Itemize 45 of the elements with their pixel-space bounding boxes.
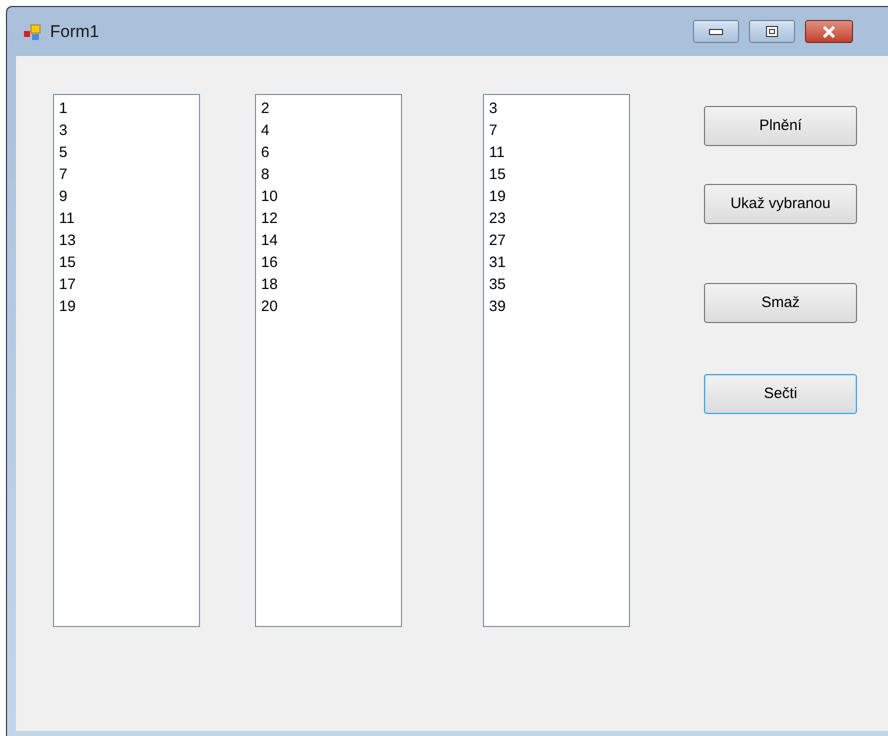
- action-button[interactable]: Ukaž vybranou: [704, 184, 857, 224]
- maximize-icon: [766, 26, 778, 37]
- list-item[interactable]: 20: [261, 296, 401, 318]
- minimize-button[interactable]: [693, 20, 740, 43]
- list-item[interactable]: 4: [261, 120, 401, 142]
- app-icon: [23, 22, 41, 40]
- list-item[interactable]: 10: [261, 186, 401, 208]
- list-item[interactable]: 9: [59, 186, 199, 208]
- list-item[interactable]: 19: [59, 296, 199, 318]
- list-item[interactable]: 17: [59, 274, 199, 296]
- list-item[interactable]: 19: [489, 186, 629, 208]
- list-item[interactable]: 11: [489, 142, 629, 164]
- list-item[interactable]: 6: [261, 142, 401, 164]
- list-item[interactable]: 16: [261, 252, 401, 274]
- list-item[interactable]: 3: [489, 98, 629, 120]
- action-button[interactable]: Plnění: [704, 106, 857, 146]
- list-item[interactable]: 27: [489, 230, 629, 252]
- action-button[interactable]: Smaž: [704, 283, 857, 323]
- list-item[interactable]: 12: [261, 208, 401, 230]
- list-item[interactable]: 13: [59, 230, 199, 252]
- list-item[interactable]: 15: [59, 252, 199, 274]
- list-box[interactable]: 2 4 6 8 10 12 14 16 18 20: [255, 94, 402, 627]
- list-item[interactable]: 18: [261, 274, 401, 296]
- window-title: Form1: [50, 20, 100, 43]
- list-item[interactable]: 3: [59, 120, 199, 142]
- maximize-button[interactable]: [749, 20, 796, 43]
- list-item[interactable]: 14: [261, 230, 401, 252]
- list-box[interactable]: 3 7 11 15 19 23 27 31 35 39: [483, 94, 630, 627]
- list-item[interactable]: 7: [489, 120, 629, 142]
- list-item[interactable]: 31: [489, 252, 629, 274]
- close-button[interactable]: [805, 20, 854, 43]
- list-item[interactable]: 5: [59, 142, 199, 164]
- list-item[interactable]: 35: [489, 274, 629, 296]
- list-item[interactable]: 2: [261, 98, 401, 120]
- list-item[interactable]: 23: [489, 208, 629, 230]
- close-icon: [822, 26, 836, 38]
- list-item[interactable]: 39: [489, 296, 629, 318]
- list-item[interactable]: 1: [59, 98, 199, 120]
- action-button[interactable]: Sečti: [704, 374, 857, 414]
- list-item[interactable]: 7: [59, 164, 199, 186]
- list-item[interactable]: 11: [59, 208, 199, 230]
- minimize-icon: [709, 28, 724, 34]
- list-item[interactable]: 8: [261, 164, 401, 186]
- list-item[interactable]: 15: [489, 164, 629, 186]
- list-box[interactable]: 1 3 5 7 9 11 13 15 17 19: [53, 94, 200, 627]
